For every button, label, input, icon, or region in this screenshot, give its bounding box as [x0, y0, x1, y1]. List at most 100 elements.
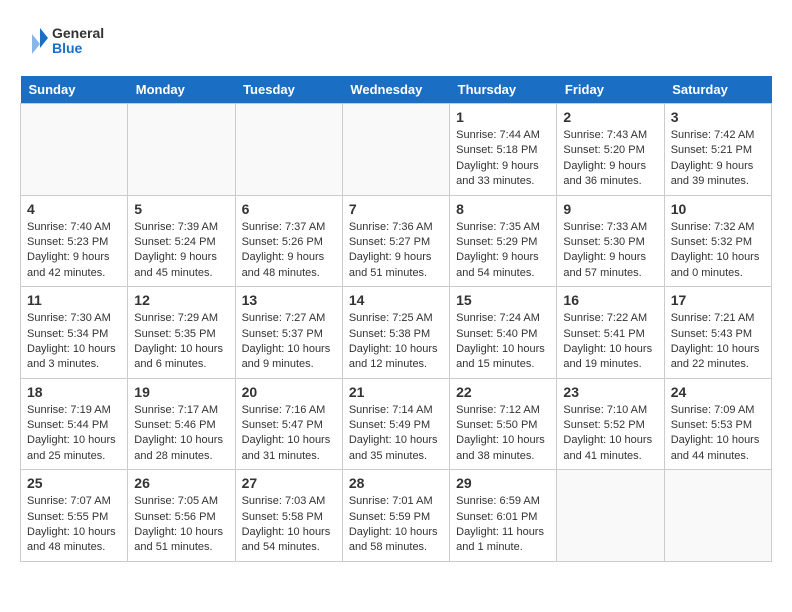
day-info: Sunrise: 7:07 AM Sunset: 5:55 PM Dayligh…	[27, 494, 121, 556]
calendar-cell	[128, 104, 235, 196]
day-info: Sunrise: 7:30 AM Sunset: 5:34 PM Dayligh…	[27, 311, 121, 373]
day-info: Sunrise: 7:16 AM Sunset: 5:47 PM Dayligh…	[242, 403, 336, 465]
day-info: Sunrise: 7:03 AM Sunset: 5:58 PM Dayligh…	[242, 494, 336, 556]
calendar-cell: 6Sunrise: 7:37 AM Sunset: 5:26 PM Daylig…	[235, 195, 342, 287]
calendar-cell: 26 Sunrise: 7:05 AM Sunset: 5:56 PM Dayli…	[128, 470, 235, 562]
day-number: 18	[27, 384, 121, 400]
calendar-cell: 19 Sunrise: 7:17 AM Sunset: 5:46 PM Dayli…	[128, 378, 235, 470]
day-header-thursday: Thursday	[450, 76, 557, 104]
svg-text:General: General	[52, 25, 104, 41]
day-info: Sunrise: 7:42 AM Sunset: 5:21 PM Dayligh…	[671, 128, 765, 190]
day-number: 15	[456, 292, 550, 308]
calendar-cell: 10 Sunrise: 7:32 AM Sunset: 5:32 PM Dayli…	[664, 195, 771, 287]
day-number: 22	[456, 384, 550, 400]
day-number: 6	[242, 201, 336, 217]
calendar-cell: 5 Sunrise: 7:39 AM Sunset: 5:24 PM Daylig…	[128, 195, 235, 287]
svg-text:Blue: Blue	[52, 40, 83, 56]
day-number: 29	[456, 475, 550, 491]
calendar-cell: 16 Sunrise: 7:22 AM Sunset: 5:41 PM Dayli…	[557, 287, 664, 379]
day-number: 13	[242, 292, 336, 308]
day-number: 2	[563, 109, 657, 125]
day-number: 1	[456, 109, 550, 125]
calendar-cell: 18 Sunrise: 7:19 AM Sunset: 5:44 PM Dayli…	[21, 378, 128, 470]
calendar-cell: 13 Sunrise: 7:27 AM Sunset: 5:37 PM Dayli…	[235, 287, 342, 379]
calendar-cell: 9 Sunrise: 7:33 AM Sunset: 5:30 PM Daylig…	[557, 195, 664, 287]
day-number: 11	[27, 292, 121, 308]
day-number: 3	[671, 109, 765, 125]
day-header-sunday: Sunday	[21, 76, 128, 104]
calendar-cell: 14 Sunrise: 7:25 AM Sunset: 5:38 PM Dayli…	[342, 287, 449, 379]
day-info: Sunrise: 7:44 AM Sunset: 5:18 PM Dayligh…	[456, 128, 550, 190]
day-info: Sunrise: 7:32 AM Sunset: 5:32 PM Dayligh…	[671, 220, 765, 282]
day-number: 24	[671, 384, 765, 400]
day-info: Sunrise: 7:25 AM Sunset: 5:38 PM Dayligh…	[349, 311, 443, 373]
day-number: 26	[134, 475, 228, 491]
day-number: 14	[349, 292, 443, 308]
calendar-cell: 28 Sunrise: 7:01 AM Sunset: 5:59 PM Dayli…	[342, 470, 449, 562]
week-row-0: 1 Sunrise: 7:44 AM Sunset: 5:18 PM Daylig…	[21, 104, 772, 196]
day-info: Sunrise: 7:12 AM Sunset: 5:50 PM Dayligh…	[456, 403, 550, 465]
day-info: Sunrise: 7:21 AM Sunset: 5:43 PM Dayligh…	[671, 311, 765, 373]
calendar-cell: 27 Sunrise: 7:03 AM Sunset: 5:58 PM Dayli…	[235, 470, 342, 562]
day-info: Sunrise: 7:22 AM Sunset: 5:41 PM Dayligh…	[563, 311, 657, 373]
calendar-cell: 25Sunrise: 7:07 AM Sunset: 5:55 PM Dayli…	[21, 470, 128, 562]
calendar-cell: 2Sunrise: 7:43 AM Sunset: 5:20 PM Daylig…	[557, 104, 664, 196]
day-header-tuesday: Tuesday	[235, 76, 342, 104]
day-info: Sunrise: 7:14 AM Sunset: 5:49 PM Dayligh…	[349, 403, 443, 465]
day-info: Sunrise: 7:29 AM Sunset: 5:35 PM Dayligh…	[134, 311, 228, 373]
calendar-cell: 24 Sunrise: 7:09 AM Sunset: 5:53 PM Dayli…	[664, 378, 771, 470]
calendar-cell: 7 Sunrise: 7:36 AM Sunset: 5:27 PM Daylig…	[342, 195, 449, 287]
day-info: Sunrise: 7:01 AM Sunset: 5:59 PM Dayligh…	[349, 494, 443, 556]
week-row-4: 25Sunrise: 7:07 AM Sunset: 5:55 PM Dayli…	[21, 470, 772, 562]
calendar-cell: 29 Sunrise: 6:59 AM Sunset: 6:01 PM Dayli…	[450, 470, 557, 562]
day-number: 5	[134, 201, 228, 217]
calendar-cell: 8 Sunrise: 7:35 AM Sunset: 5:29 PM Daylig…	[450, 195, 557, 287]
day-number: 20	[242, 384, 336, 400]
day-number: 28	[349, 475, 443, 491]
calendar-cell: 3 Sunrise: 7:42 AM Sunset: 5:21 PM Daylig…	[664, 104, 771, 196]
day-number: 16	[563, 292, 657, 308]
day-number: 4	[27, 201, 121, 217]
page-header: General Blue	[20, 20, 772, 60]
calendar-cell: 11 Sunrise: 7:30 AM Sunset: 5:34 PM Dayli…	[21, 287, 128, 379]
day-number: 8	[456, 201, 550, 217]
day-info: Sunrise: 7:05 AM Sunset: 5:56 PM Dayligh…	[134, 494, 228, 556]
day-info: Sunrise: 6:59 AM Sunset: 6:01 PM Dayligh…	[456, 494, 550, 556]
logo: General Blue	[20, 20, 110, 60]
day-info: Sunrise: 7:39 AM Sunset: 5:24 PM Dayligh…	[134, 220, 228, 282]
day-number: 12	[134, 292, 228, 308]
day-header-saturday: Saturday	[664, 76, 771, 104]
logo-svg: General Blue	[20, 20, 110, 60]
day-number: 9	[563, 201, 657, 217]
day-number: 17	[671, 292, 765, 308]
calendar-cell: 12 Sunrise: 7:29 AM Sunset: 5:35 PM Dayli…	[128, 287, 235, 379]
calendar-cell: 4 Sunrise: 7:40 AM Sunset: 5:23 PM Daylig…	[21, 195, 128, 287]
calendar-cell	[557, 470, 664, 562]
calendar-cell: 20 Sunrise: 7:16 AM Sunset: 5:47 PM Dayli…	[235, 378, 342, 470]
day-info: Sunrise: 7:09 AM Sunset: 5:53 PM Dayligh…	[671, 403, 765, 465]
day-info: Sunrise: 7:27 AM Sunset: 5:37 PM Dayligh…	[242, 311, 336, 373]
calendar-cell: 1 Sunrise: 7:44 AM Sunset: 5:18 PM Daylig…	[450, 104, 557, 196]
header-row: SundayMondayTuesdayWednesdayThursdayFrid…	[21, 76, 772, 104]
day-header-friday: Friday	[557, 76, 664, 104]
day-number: 23	[563, 384, 657, 400]
day-info: Sunrise: 7:36 AM Sunset: 5:27 PM Dayligh…	[349, 220, 443, 282]
calendar-cell: 22 Sunrise: 7:12 AM Sunset: 5:50 PM Dayli…	[450, 378, 557, 470]
day-info: Sunrise: 7:35 AM Sunset: 5:29 PM Dayligh…	[456, 220, 550, 282]
day-number: 7	[349, 201, 443, 217]
day-header-wednesday: Wednesday	[342, 76, 449, 104]
day-header-monday: Monday	[128, 76, 235, 104]
day-number: 27	[242, 475, 336, 491]
calendar-cell	[664, 470, 771, 562]
day-info: Sunrise: 7:33 AM Sunset: 5:30 PM Dayligh…	[563, 220, 657, 282]
day-number: 21	[349, 384, 443, 400]
day-info: Sunrise: 7:40 AM Sunset: 5:23 PM Dayligh…	[27, 220, 121, 282]
week-row-3: 18 Sunrise: 7:19 AM Sunset: 5:44 PM Dayli…	[21, 378, 772, 470]
day-number: 19	[134, 384, 228, 400]
calendar-cell: 17 Sunrise: 7:21 AM Sunset: 5:43 PM Dayli…	[664, 287, 771, 379]
day-info: Sunrise: 7:17 AM Sunset: 5:46 PM Dayligh…	[134, 403, 228, 465]
day-number: 10	[671, 201, 765, 217]
day-info: Sunrise: 7:19 AM Sunset: 5:44 PM Dayligh…	[27, 403, 121, 465]
calendar-cell	[235, 104, 342, 196]
day-info: Sunrise: 7:10 AM Sunset: 5:52 PM Dayligh…	[563, 403, 657, 465]
